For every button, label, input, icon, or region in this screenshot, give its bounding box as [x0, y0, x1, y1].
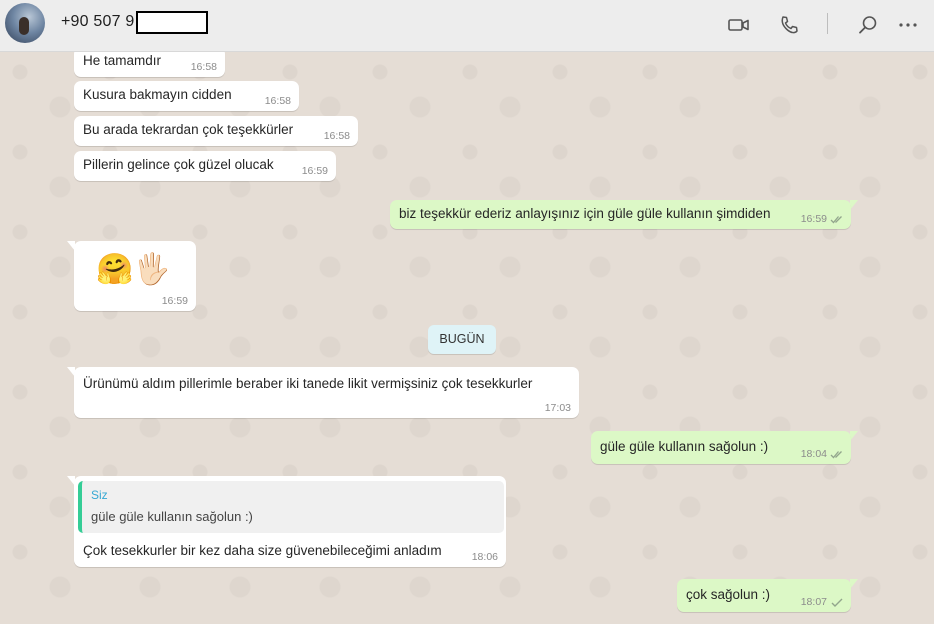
incoming-message[interactable]: Pillerin gelince çok güzel olucak 16:59	[74, 151, 336, 181]
message-time: 18:04	[800, 448, 827, 460]
message-text: Pillerin gelince çok güzel olucak	[83, 157, 274, 172]
message-time: 18:07	[800, 596, 827, 608]
bubble-tail	[850, 579, 858, 589]
outgoing-message[interactable]: çok sağolun :) 18:07	[677, 579, 851, 612]
incoming-message[interactable]: Kusura bakmayın cidden 16:58	[74, 81, 299, 111]
incoming-message[interactable]: Ürünümü aldım pillerimle beraber iki tan…	[74, 367, 579, 418]
quoted-text: güle güle kullanın sağolun :)	[91, 509, 253, 524]
message-time: 16:58	[264, 95, 291, 107]
emoji-content: 🤗🖐🏻	[96, 253, 171, 286]
incoming-message[interactable]: Bu arada tekrardan çok teşekkürler 16:58	[74, 116, 358, 146]
message-time: 16:58	[190, 61, 217, 73]
incoming-message[interactable]: Siz güle güle kullanın sağolun :) Çok te…	[74, 476, 506, 567]
quoted-author: Siz	[91, 488, 108, 502]
video-call-icon[interactable]	[727, 13, 751, 37]
header-divider	[827, 13, 828, 34]
message-text: Kusura bakmayın cidden	[83, 87, 232, 102]
contact-name[interactable]: +90 507 9	[61, 13, 134, 31]
read-receipt-icon	[830, 451, 842, 459]
read-receipt-icon	[830, 216, 842, 224]
incoming-message[interactable]: He tamamdır 16:58	[74, 52, 225, 77]
message-text: Bu arada tekrardan çok teşekkürler	[83, 122, 294, 137]
contact-avatar[interactable]	[5, 3, 45, 43]
sent-tick-icon	[831, 598, 843, 607]
menu-icon[interactable]	[896, 13, 920, 37]
outgoing-message[interactable]: güle güle kullanın sağolun :) 18:04	[591, 431, 851, 464]
bubble-tail	[850, 431, 858, 441]
message-text: güle güle kullanın sağolun :)	[600, 439, 769, 454]
search-icon[interactable]	[856, 13, 880, 37]
message-time: 16:59	[161, 295, 188, 307]
bubble-tail	[850, 200, 858, 210]
chat-area[interactable]: He tamamdır 16:58 Kusura bakmayın cidden…	[0, 52, 934, 624]
message-time: 16:58	[323, 130, 350, 142]
message-text: Ürünümü aldım pillerimle beraber iki tan…	[83, 376, 533, 391]
outgoing-message[interactable]: biz teşekkür ederiz anlayışınız için gül…	[390, 200, 851, 229]
message-time: 16:59	[301, 165, 328, 177]
day-separator: BUGÜN	[428, 325, 496, 354]
message-text: çok sağolun :)	[686, 587, 771, 602]
message-text: Çok tesekkurler bir kez daha size güvene…	[83, 543, 442, 558]
message-time: 17:03	[544, 402, 571, 414]
message-time: 16:59	[800, 213, 827, 225]
message-text: biz teşekkür ederiz anlayışınız için gül…	[399, 206, 771, 221]
voice-call-icon[interactable]	[777, 13, 801, 37]
message-time: 18:06	[471, 551, 498, 563]
quoted-message[interactable]: Siz güle güle kullanın sağolun :)	[78, 481, 504, 533]
chat-header: +90 507 9	[0, 0, 934, 52]
incoming-message[interactable]: 🤗🖐🏻 16:59	[74, 241, 196, 311]
message-text: He tamamdır	[83, 53, 162, 68]
redaction-box	[136, 11, 208, 34]
